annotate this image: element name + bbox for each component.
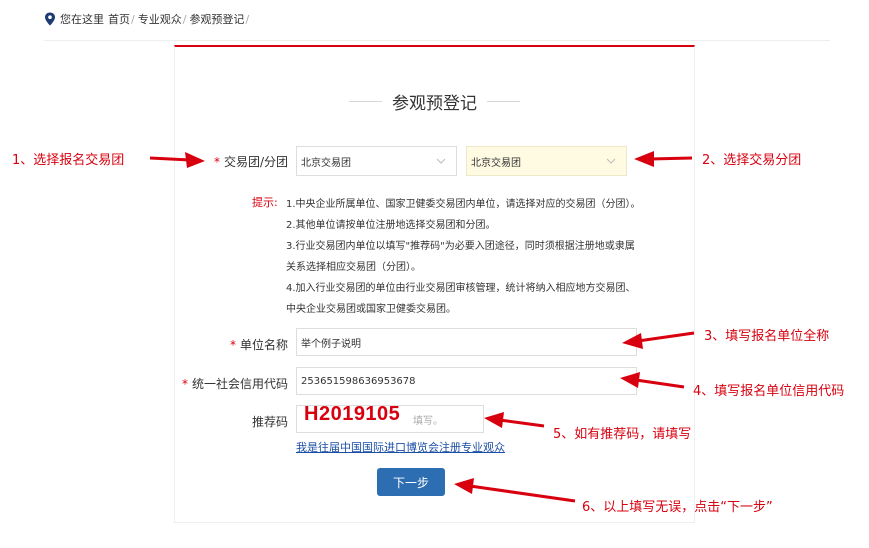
trade-group-label: * 交易团/分团 xyxy=(213,155,288,169)
form-title: 参观预登记 xyxy=(392,93,477,114)
trade-group-select[interactable]: 北京交易团 xyxy=(296,146,457,176)
next-step-button[interactable]: 下一步 xyxy=(377,468,445,496)
breadcrumb-current: 参观预登记 xyxy=(189,13,245,26)
tips-line: 2.其他单位请按单位注册地选择交易团和分团。 xyxy=(286,220,496,231)
company-name-value: 举个例子说明 xyxy=(301,338,361,350)
tips-line: 4.加入行业交易团的单位由行业交易团审核管理，统计将纳入相应地方交易团、 xyxy=(286,283,636,294)
tips-text: 1.中央企业所属单位、国家卫健委交易团内单位，请选择对应的交易团（分团）。 2.… xyxy=(286,194,676,320)
tips-line: 中央企业交易团或国家卫健委交易团。 xyxy=(286,304,456,315)
tips-label: 提示: xyxy=(252,196,278,209)
annotation-5: 5、如有推荐码，请填写 xyxy=(553,427,692,442)
trade-group-select-value: 北京交易团 xyxy=(301,157,351,169)
location-pin-icon xyxy=(45,12,55,26)
breadcrumb-prefix: 您在这里 xyxy=(60,13,104,26)
form-title-wrap: 参观预登记 xyxy=(349,88,520,114)
breadcrumb-home-link[interactable]: 首页 xyxy=(108,11,130,27)
chevron-down-icon xyxy=(606,158,616,164)
breadcrumb: 您在这里 首页 / 专业观众 / 参观预登记 / xyxy=(44,10,252,28)
credit-code-value: 253651598636953678 xyxy=(301,375,416,387)
annotation-3: 3、填写报名单位全称 xyxy=(704,329,830,344)
referral-code-placeholder: 填写。 xyxy=(413,415,443,427)
chevron-down-icon xyxy=(436,158,446,164)
company-name-input[interactable]: 举个例子说明 xyxy=(296,328,637,356)
trade-subgroup-select[interactable]: 北京交易团 xyxy=(466,146,627,176)
tips-line: 1.中央企业所属单位、国家卫健委交易团内单位，请选择对应的交易团（分团）。 xyxy=(286,199,641,210)
trade-subgroup-select-value: 北京交易团 xyxy=(471,157,521,169)
past-visitor-link[interactable]: 我是往届中国国际进口博览会注册专业观众 xyxy=(296,439,505,455)
title-left-rule xyxy=(349,100,382,102)
top-divider xyxy=(44,40,830,41)
referral-code-overlay: H2019105 xyxy=(304,403,401,425)
breadcrumb-professional-visitors-link[interactable]: 专业观众 xyxy=(138,11,182,27)
credit-code-input[interactable]: 253651598636953678 xyxy=(296,367,637,395)
credit-code-label: * 统一社会信用代码 xyxy=(181,377,288,391)
company-name-label: * 单位名称 xyxy=(229,338,288,352)
annotation-2: 2、选择交易分团 xyxy=(702,153,802,168)
annotation-1: 1、选择报名交易团 xyxy=(12,153,125,168)
annotation-6: 6、以上填写无误，点击“下一步” xyxy=(582,500,773,515)
annotation-4: 4、填写报名单位信用代码 xyxy=(693,384,845,399)
tips-line: 关系选择相应交易团（分团）。 xyxy=(286,262,421,273)
referral-code-label: 推荐码 xyxy=(251,415,288,429)
tips-line: 3.行业交易团内单位以填写"推荐码"为必要入团途径，同时须根据注册地或隶属 xyxy=(286,241,635,252)
title-right-rule xyxy=(487,100,520,102)
